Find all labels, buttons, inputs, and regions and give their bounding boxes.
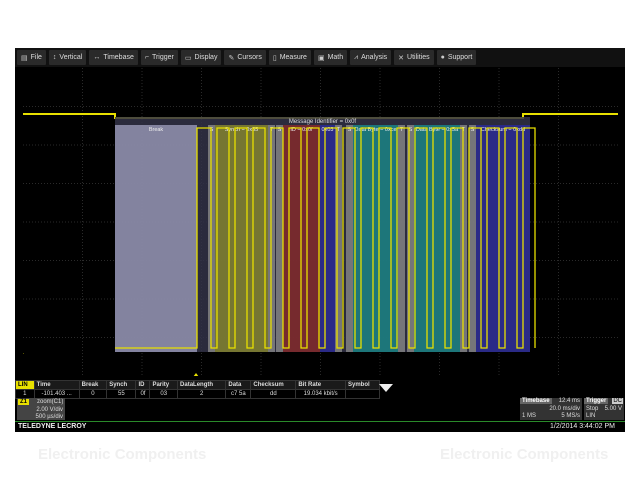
column-header: LIN [15, 380, 35, 390]
table-cell: 2 [177, 389, 227, 399]
analysis-icon: ⩘ [354, 53, 359, 61]
timebase-icon: ↔ [93, 54, 101, 61]
trigger-marker [193, 373, 199, 376]
utilities-icon: ✕ [398, 54, 405, 62]
timebase-delay: 12.4 ms [558, 398, 580, 404]
decode-segment [346, 125, 353, 352]
menu-label: Trigger [151, 54, 174, 61]
menu-display[interactable]: ▭ Display [180, 50, 222, 65]
menu-analysis[interactable]: ⩘ Analysis [350, 50, 392, 65]
oscilloscope-screen: ▤ File ↕ Vertical ↔ Timebase ⌐ Trigger ▭ Display ✎… [15, 48, 625, 432]
watermark: Electronic Components [440, 446, 609, 463]
table-row[interactable]: 1 -101.403 ... 0 55 0f 03 2 c7 5a dd 19.034 kbit/… [15, 389, 380, 399]
column-header: Break [78, 380, 108, 390]
cursors-icon: ✎ [228, 54, 235, 62]
expand-table-button[interactable] [379, 384, 393, 392]
trigger-mode: Stop [586, 406, 599, 412]
table-cell: 03 [149, 389, 179, 399]
message-identifier: Message Identifier = 0x0f [289, 119, 357, 125]
brand-logo: TELEDYNE LECROY [18, 423, 87, 430]
measure-icon: ▯ [272, 54, 277, 62]
menu-label: Cursors [237, 54, 262, 61]
display-icon: ▭ [184, 54, 192, 62]
menu-label: Vertical [59, 54, 83, 61]
menu-label: Support [447, 54, 473, 61]
menu-label: Math [327, 54, 344, 61]
menu-measure[interactable]: ▯ Measure [268, 50, 311, 65]
trigger-level: 5.00 V [604, 406, 622, 412]
table-cell: 0f [135, 389, 151, 399]
table-cell: 55 [106, 389, 137, 399]
column-header: Parity [149, 380, 179, 390]
waveform-grid[interactable]: Message Identifier = 0x0fBreak S Synch = 0… [23, 68, 618, 376]
vertical-icon: ↕ [52, 54, 57, 61]
decode-segment [414, 125, 460, 352]
trigger-icon: ⌐ [144, 54, 149, 61]
z1-trace-descriptor[interactable]: Z1 zoom(C1) 2.00 V/div 500 µs/div [17, 398, 65, 420]
column-header: Checksum [250, 380, 297, 390]
menu-timebase[interactable]: ↔ Timebase [89, 50, 138, 65]
trigger-label: Trigger [584, 398, 609, 404]
decode-segment [215, 125, 268, 352]
menu-label: Measure [279, 54, 307, 61]
column-header: Synch [106, 380, 137, 390]
table-cell: 19.034 kbit/s [295, 389, 346, 399]
menu-bar: ▤ File ↕ Vertical ↔ Timebase ⌐ Trigger ▭ Display ✎… [15, 48, 625, 67]
decode-table: LIN Time Break Synch ID Parity DataLength Data C… [15, 380, 380, 399]
timebase-points: 1 MS [522, 413, 537, 419]
trigger-type: LIN [586, 413, 596, 419]
table-cell: c7 5a [225, 389, 252, 399]
support-icon: ● [440, 54, 445, 61]
trigger-descriptor[interactable]: Trigger DC Stop 5.00 V LIN [584, 398, 624, 420]
menu-label: Analysis [361, 54, 388, 61]
decode-segment [335, 125, 342, 352]
decode-segment [407, 125, 414, 352]
decode-segment [115, 125, 197, 352]
watermark: Electronic Components [38, 446, 207, 463]
table-cell [345, 389, 380, 399]
menu-label: File [30, 54, 42, 61]
menu-vertical[interactable]: ↕ Vertical [48, 50, 87, 65]
menu-math[interactable]: ▣ Math [313, 50, 348, 65]
z1-source: zoom(C1) [37, 399, 64, 405]
decode-segment [476, 125, 530, 352]
column-header: DataLength [177, 380, 227, 390]
decode-segment [398, 125, 405, 352]
file-icon: ▤ [21, 54, 28, 62]
column-header: Data [225, 380, 252, 390]
column-header: ID [135, 380, 151, 390]
menu-file[interactable]: ▤ File [17, 50, 46, 65]
menu-label: Timebase [103, 54, 134, 61]
column-header: Time [33, 380, 80, 390]
menu-label: Utilities [407, 54, 430, 61]
table-cell: dd [250, 389, 297, 399]
math-icon: ▣ [317, 54, 325, 62]
column-header: Symbol [345, 380, 380, 390]
menu-cursors[interactable]: ✎ Cursors [224, 50, 266, 65]
z1-tag: Z1 [18, 399, 30, 405]
column-header: Bit Rate [295, 380, 346, 390]
status-bar: TELEDYNE LECROY 1/2/2014 3:44:02 PM [15, 422, 625, 432]
decode-segment [469, 125, 476, 352]
timebase-tdiv: 20.0 ms/div [549, 406, 580, 412]
datetime: 1/2/2014 3:44:02 PM [550, 423, 615, 430]
z1-tdiv: 500 µs/div [35, 414, 63, 420]
menu-label: Display [194, 54, 218, 61]
decode-segment [276, 125, 283, 352]
timebase-rate: 5 MS/s [561, 413, 580, 419]
decode-segment [320, 125, 335, 352]
trace-label: Z1 [23, 350, 25, 356]
menu-support[interactable]: ● Support [436, 50, 477, 65]
menu-trigger[interactable]: ⌐ Trigger [140, 50, 178, 65]
table-header: LIN Time Break Synch ID Parity DataLength Data C… [15, 380, 380, 390]
z1-vdiv: 2.00 V/div [36, 407, 63, 413]
timebase-label: Timebase [520, 398, 552, 404]
timebase-descriptor[interactable]: Timebase 12.4 ms 20.0 ms/div 1 MS 5 MS/s [520, 398, 582, 420]
trigger-coupling: DC [612, 398, 623, 404]
table-cell: 0 [78, 389, 108, 399]
menu-utilities[interactable]: ✕ Utilities [394, 50, 434, 65]
segment-label: Break [149, 127, 164, 133]
